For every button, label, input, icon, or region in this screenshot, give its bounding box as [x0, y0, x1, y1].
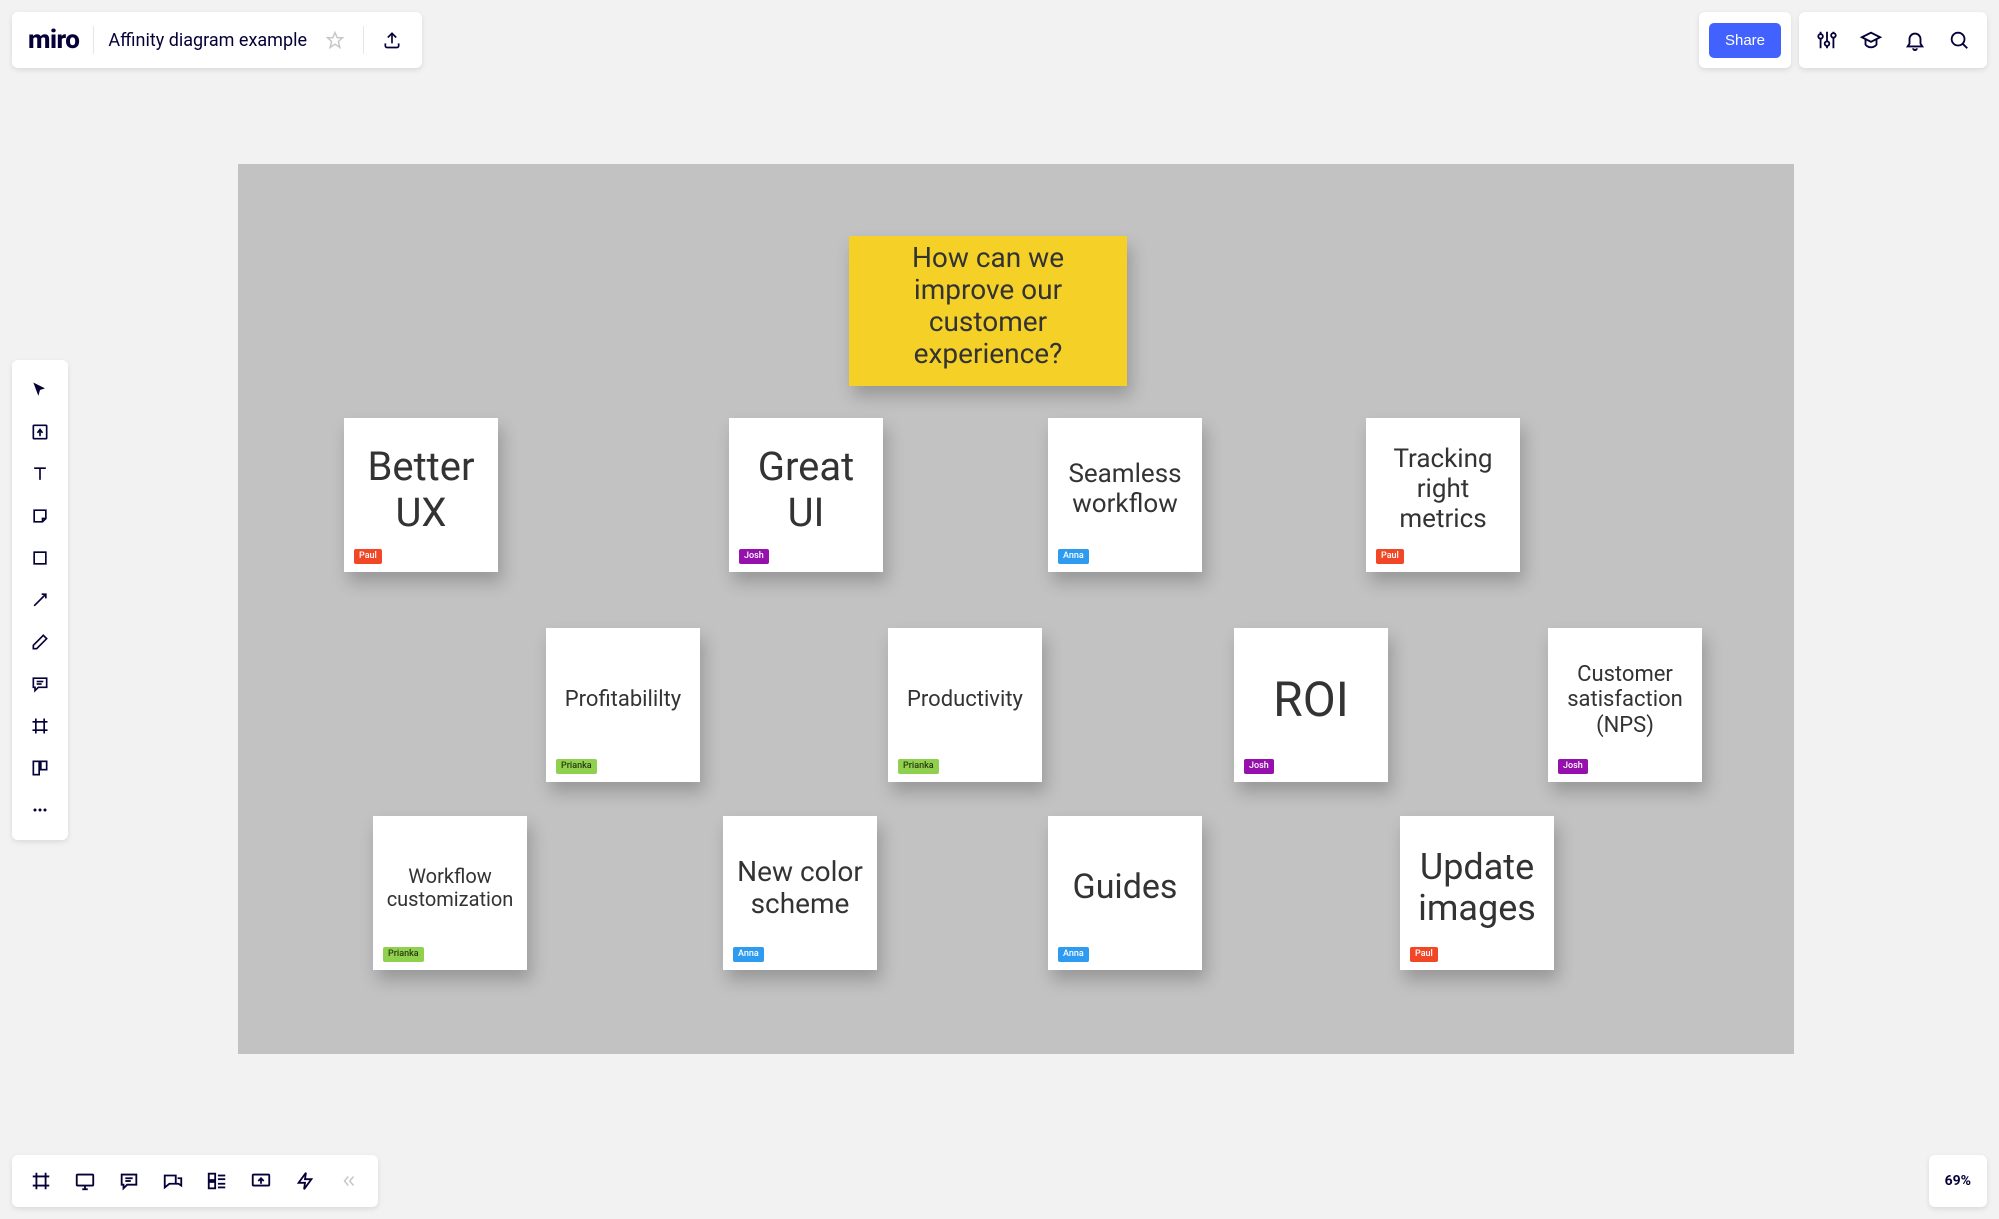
divider [363, 26, 364, 54]
sticky-note[interactable]: Customer satisfaction (NPS) Josh [1548, 628, 1702, 782]
sticky-text: Better UX [358, 444, 484, 536]
sticky-text: How can we improve our customer experien… [863, 242, 1113, 371]
more-tools-icon[interactable] [20, 790, 60, 830]
canvas-frame[interactable]: How can we improve our customer experien… [238, 164, 1794, 1054]
author-tag: Anna [733, 947, 764, 962]
settings-sliders-icon[interactable] [1807, 20, 1847, 60]
activity-icon[interactable] [286, 1162, 324, 1200]
comment-tool-icon[interactable] [20, 664, 60, 704]
logo[interactable]: miro [28, 25, 79, 55]
sticky-text: Update images [1414, 847, 1540, 930]
sticky-note-tool-icon[interactable] [20, 496, 60, 536]
author-tag: Paul [1410, 947, 1438, 962]
screen-share-icon[interactable] [242, 1162, 280, 1200]
share-button[interactable]: Share [1709, 23, 1781, 58]
sticky-text: Profitabililty [565, 687, 681, 712]
export-icon[interactable] [378, 26, 406, 54]
frame-tool-icon[interactable] [20, 706, 60, 746]
sticky-text: Great UI [743, 444, 869, 536]
author-tag: Prianka [898, 759, 939, 774]
shape-tool-icon[interactable] [20, 538, 60, 578]
select-tool-icon[interactable] [20, 370, 60, 410]
sticky-note[interactable]: Tracking right metrics Paul [1366, 418, 1520, 572]
author-tag: Paul [1376, 549, 1404, 564]
author-tag: Prianka [556, 759, 597, 774]
sticky-text: ROI [1273, 672, 1349, 727]
bottom-toolbar [12, 1155, 378, 1207]
author-tag: Paul [354, 549, 382, 564]
sticky-text: Productivity [907, 687, 1023, 712]
sticky-note[interactable]: Update images Paul [1400, 816, 1554, 970]
header-right: Share [1699, 12, 1987, 68]
search-icon[interactable] [1939, 20, 1979, 60]
chat-icon[interactable] [154, 1162, 192, 1200]
author-tag: Prianka [383, 947, 424, 962]
sticky-note[interactable]: Workflow customization Prianka [373, 816, 527, 970]
sticky-text: Customer satisfaction (NPS) [1562, 662, 1688, 738]
sticky-text: Guides [1073, 868, 1178, 907]
sticky-text: Seamless workflow [1062, 460, 1188, 520]
header-left: miro Affinity diagram example [12, 12, 422, 68]
star-icon[interactable] [321, 26, 349, 54]
pen-tool-icon[interactable] [20, 622, 60, 662]
sticky-note[interactable]: Profitabililty Prianka [546, 628, 700, 782]
notifications-icon[interactable] [1895, 20, 1935, 60]
collapse-icon[interactable] [330, 1162, 368, 1200]
learn-icon[interactable] [1851, 20, 1891, 60]
connection-line-tool-icon[interactable] [20, 580, 60, 620]
card-list-icon[interactable] [198, 1162, 236, 1200]
sticky-note[interactable]: How can we improve our customer experien… [849, 236, 1127, 386]
header-tools [1799, 12, 1987, 68]
sticky-note[interactable]: New color scheme Anna [723, 816, 877, 970]
sticky-text: New color scheme [737, 856, 863, 920]
author-tag: Anna [1058, 947, 1089, 962]
sticky-note[interactable]: Guides Anna [1048, 816, 1202, 970]
author-tag: Anna [1058, 549, 1089, 564]
sticky-note[interactable]: Productivity Prianka [888, 628, 1042, 782]
frames-panel-icon[interactable] [22, 1162, 60, 1200]
comments-panel-icon[interactable] [110, 1162, 148, 1200]
sticky-text: Workflow customization [387, 865, 514, 911]
author-tag: Josh [1558, 759, 1588, 774]
sticky-note[interactable]: ROI Josh [1234, 628, 1388, 782]
author-tag: Josh [1244, 759, 1274, 774]
sticky-note[interactable]: Better UX Paul [344, 418, 498, 572]
divider [93, 26, 94, 54]
card-tool-icon[interactable] [20, 748, 60, 788]
sticky-text: Tracking right metrics [1380, 445, 1506, 535]
share-group: Share [1699, 12, 1791, 68]
zoom-indicator[interactable]: 69% [1929, 1155, 1987, 1207]
author-tag: Josh [739, 549, 769, 564]
presentation-mode-icon[interactable] [66, 1162, 104, 1200]
sticky-note[interactable]: Great UI Josh [729, 418, 883, 572]
templates-icon[interactable] [20, 412, 60, 452]
board-title[interactable]: Affinity diagram example [108, 30, 307, 51]
text-tool-icon[interactable] [20, 454, 60, 494]
sticky-note[interactable]: Seamless workflow Anna [1048, 418, 1202, 572]
left-toolbar [12, 360, 68, 840]
